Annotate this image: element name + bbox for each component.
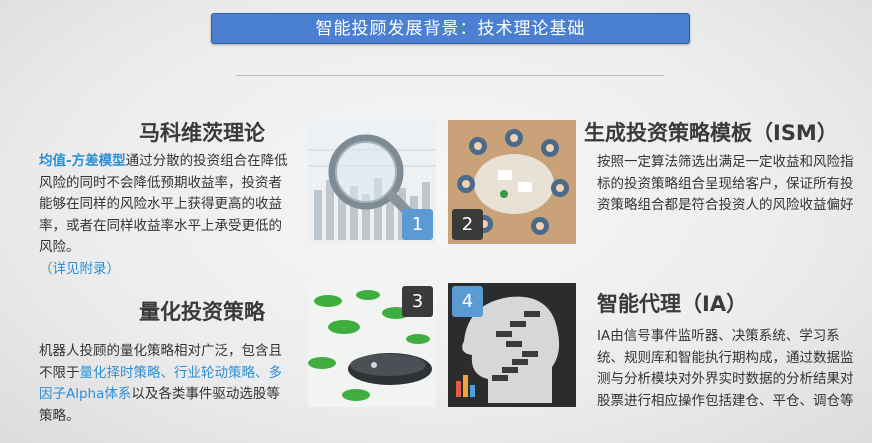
heading-markowitz: 马科维茨理论 (139, 121, 265, 145)
heading-quant: 量化投资策略 (139, 300, 265, 324)
appendix-link[interactable]: （详见附录） (39, 261, 120, 277)
markowitz-text: 均值-方差模型通过分散的投资组合在降低风险的同时不会降低预期收益率，投资者能够在… (39, 151, 291, 280)
heading-ia: 智能代理（IA） (597, 292, 748, 316)
page-title: 智能投顾发展背景：技术理论基础 (211, 13, 690, 44)
tile-1-number: 1 (402, 209, 433, 240)
heading-ism: 生成投资策略模板（ISM） (584, 121, 838, 145)
ism-text: 按照一定算法筛选出满足一定收益和风险指标的投资策略组合呈现给客户，保证所有投资策… (597, 154, 854, 213)
tile-4: 4 (448, 283, 576, 407)
tile-3-number: 3 (402, 286, 433, 317)
tile-3: 3 (308, 283, 436, 407)
tile-2-number: 2 (452, 209, 483, 240)
tile-1: 1 (308, 120, 436, 244)
tile-2: 2 (448, 120, 576, 244)
divider (236, 75, 664, 76)
tile-4-number: 4 (452, 286, 483, 317)
highlight-mean-variance: 均值-方差模型 (39, 153, 126, 169)
quant-text: 机器人投顾的量化策略相对广泛，包含且不限于量化择时策略、行业轮动策略、多因子Al… (39, 341, 293, 427)
ia-text: IA由信号事件监听器、决策系统、学习系统、规则库和智能执行期构成，通过数据监测与… (597, 328, 854, 409)
